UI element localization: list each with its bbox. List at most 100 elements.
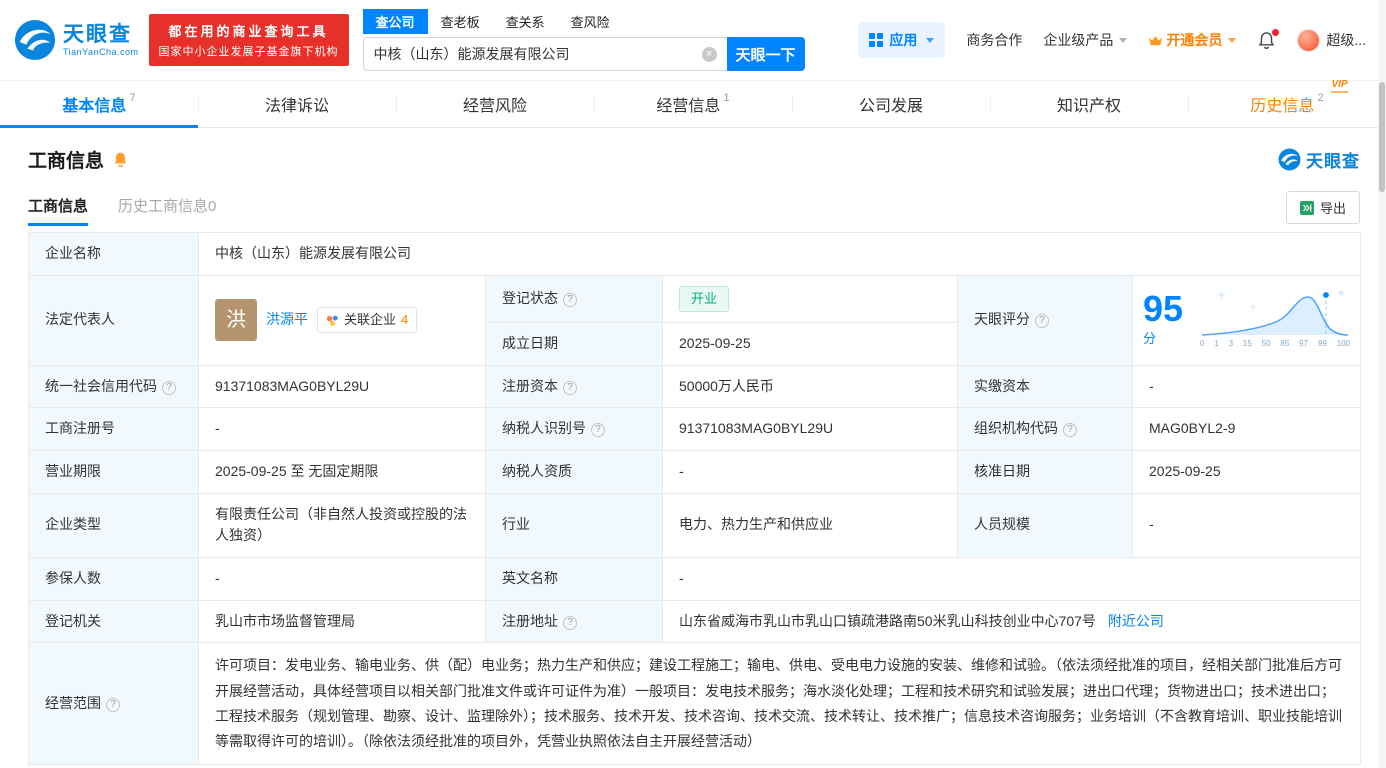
enterprise-products-label: 企业级产品 bbox=[1043, 32, 1114, 48]
notifications-bell[interactable] bbox=[1257, 28, 1280, 50]
nav-enterprise-products[interactable]: 企业级产品 bbox=[1043, 30, 1128, 50]
table-row: 营业期限 2025-09-25 至 无固定期限 纳税人资质 - 核准日期 202… bbox=[28, 449, 1362, 494]
label-business-term: 营业期限 bbox=[28, 449, 199, 494]
search-input[interactable] bbox=[373, 46, 702, 62]
section-title-text: 工商信息 bbox=[28, 151, 105, 172]
label-registered-address: 注册地址 bbox=[485, 599, 663, 644]
subtab-history-business-info[interactable]: 历史工商信息0 bbox=[118, 195, 216, 226]
company-section-tabs: 基本信息 7 法律诉讼 经营风险 经营信息 1 公司发展 知识产权 历史信息 2 VI… bbox=[0, 79, 1386, 128]
table-row: 参保人数 - 英文名称 - bbox=[28, 556, 1362, 601]
value-taxpayer-quality: - bbox=[662, 449, 958, 494]
related-companies-button[interactable]: 关联企业 4 bbox=[317, 307, 418, 334]
scrollbar-thumb[interactable] bbox=[1379, 82, 1385, 192]
chevron-down-icon bbox=[1119, 37, 1128, 43]
chevron-down-icon bbox=[1228, 37, 1237, 43]
label-text: 实缴资本 bbox=[974, 377, 1030, 394]
export-button[interactable]: 导出 bbox=[1285, 191, 1360, 224]
label-establish-date: 成立日期 bbox=[485, 321, 663, 366]
scrollbar-track[interactable] bbox=[1378, 0, 1386, 768]
label-text: 参保人数 bbox=[45, 569, 101, 586]
related-companies-icon bbox=[326, 315, 338, 326]
label-paid-capital: 实缴资本 bbox=[957, 364, 1133, 409]
tab-label: 经营信息 bbox=[656, 98, 721, 115]
slogan-line1: 都在用的商业查询工具 bbox=[168, 24, 329, 39]
label-taxpayer-quality: 纳税人资质 bbox=[485, 449, 663, 494]
label-company-name: 企业名称 bbox=[28, 232, 199, 276]
axis-tick: 50 bbox=[1261, 339, 1271, 349]
search-button[interactable]: 天眼一下 bbox=[726, 37, 805, 71]
axis-tick: 15 bbox=[1242, 339, 1252, 349]
table-row: 工商注册号 - 纳税人识别号 91371083MAG0BYL29U 组织机构代码… bbox=[28, 407, 1362, 451]
nearby-companies-link[interactable]: 附近公司 bbox=[1108, 613, 1164, 629]
legal-rep-avatar[interactable]: 洪 bbox=[215, 299, 257, 342]
brand-slogan: 都在用的商业查询工具 国家中小企业发展子基金旗下机构 bbox=[148, 14, 349, 66]
help-icon[interactable] bbox=[1063, 423, 1077, 438]
label-org-code: 组织机构代码 bbox=[957, 407, 1133, 451]
tab-operation-info[interactable]: 经营信息 1 bbox=[594, 81, 792, 127]
help-icon[interactable] bbox=[563, 615, 577, 630]
label-staff-size: 人员规模 bbox=[957, 492, 1133, 558]
related-companies-count: 4 bbox=[401, 312, 409, 328]
value-org-code: MAG0BYL2-9 bbox=[1131, 407, 1362, 451]
tab-legal-proceedings[interactable]: 法律诉讼 bbox=[198, 81, 396, 127]
help-icon[interactable] bbox=[563, 380, 577, 395]
label-text: 企业名称 bbox=[45, 245, 101, 261]
tab-history-info[interactable]: 历史信息 2 VIP bbox=[1188, 79, 1386, 127]
label-text: 天眼评分 bbox=[974, 311, 1030, 328]
value-english-name: - bbox=[661, 556, 1362, 601]
tab-basic-info[interactable]: 基本信息 7 bbox=[0, 81, 198, 128]
label-credit-code: 统一社会信用代码 bbox=[28, 364, 199, 409]
grid-icon bbox=[869, 33, 884, 47]
search-tab-risk[interactable]: 查风险 bbox=[558, 9, 623, 34]
subtab-row: 工商信息 历史工商信息0 导出 bbox=[0, 173, 1386, 230]
table-row: 法定代表人 洪 洪源平 关联企业 4 登记状态? 开业 天眼评分? 95分 0 … bbox=[28, 274, 1362, 366]
watermark-text: 天眼查 bbox=[1306, 152, 1360, 171]
tianyancha-watermark: 天眼查 bbox=[1278, 147, 1360, 172]
search-tab-boss[interactable]: 查老板 bbox=[428, 9, 493, 34]
label-taxpayer-id: 纳税人识别号 bbox=[485, 407, 663, 451]
score-chart: 0 1 3 15 50 85 97 99 100 bbox=[1200, 289, 1350, 350]
label-text: 企业类型 bbox=[45, 516, 101, 533]
help-icon[interactable] bbox=[1035, 314, 1049, 329]
legal-rep-name-link[interactable]: 洪源平 bbox=[266, 309, 308, 331]
table-row: 经营范围 许可项目：发电业务、输电业务、供（配）电业务；热力生产和供应；建设工程… bbox=[28, 642, 1362, 766]
label-text: 法定代表人 bbox=[45, 311, 115, 328]
search-tab-relation[interactable]: 查关系 bbox=[493, 9, 558, 34]
search-tab-company[interactable]: 查公司 bbox=[362, 9, 428, 34]
label-company-type: 企业类型 bbox=[28, 492, 199, 558]
table-row: 企业名称 中核（山东）能源发展有限公司 bbox=[28, 232, 1362, 276]
apps-menu-button[interactable]: 应用 bbox=[858, 22, 946, 58]
tab-operation-risk[interactable]: 经营风险 bbox=[396, 81, 594, 127]
value-legal-representative: 洪 洪源平 关联企业 4 bbox=[198, 274, 486, 366]
value-establish-date: 2025-09-25 bbox=[662, 321, 958, 366]
label-text: 英文名称 bbox=[502, 569, 558, 586]
clear-search-icon[interactable] bbox=[701, 46, 717, 62]
tianyancha-logo[interactable]: 天眼查 TianYanCha.com bbox=[14, 19, 139, 61]
user-menu[interactable]: 超级... bbox=[1297, 28, 1366, 52]
tab-label: 公司发展 bbox=[858, 98, 923, 115]
help-icon[interactable] bbox=[106, 697, 120, 712]
tianyancha-logo-icon bbox=[14, 19, 56, 61]
username: 超级... bbox=[1326, 32, 1366, 48]
help-icon[interactable] bbox=[563, 292, 577, 307]
nav-open-vip[interactable]: 开通会员 bbox=[1148, 30, 1237, 50]
nav-business-cooperation[interactable]: 商务合作 bbox=[966, 30, 1022, 50]
tab-badge: 2 bbox=[1317, 92, 1324, 104]
tab-label: 经营风险 bbox=[462, 98, 527, 115]
axis-tick: 85 bbox=[1280, 339, 1290, 349]
value-taxpayer-id: 91371083MAG0BYL29U bbox=[662, 407, 958, 451]
export-label: 导出 bbox=[1319, 201, 1346, 216]
score-curve-icon bbox=[1201, 290, 1349, 337]
label-text: 注册地址 bbox=[502, 612, 558, 629]
label-insured-count: 参保人数 bbox=[28, 556, 199, 601]
help-icon[interactable] bbox=[162, 380, 176, 395]
tab-intellectual-property[interactable]: 知识产权 bbox=[990, 81, 1188, 127]
tab-company-development[interactable]: 公司发展 bbox=[792, 81, 990, 127]
axis-tick: 99 bbox=[1317, 339, 1327, 349]
chevron-down-icon bbox=[926, 37, 935, 43]
help-icon[interactable] bbox=[591, 423, 605, 438]
subscribe-bell-icon[interactable] bbox=[112, 151, 129, 168]
subtab-business-info[interactable]: 工商信息 bbox=[28, 195, 89, 226]
label-industry: 行业 bbox=[485, 492, 663, 558]
open-vip-label: 开通会员 bbox=[1166, 32, 1223, 48]
